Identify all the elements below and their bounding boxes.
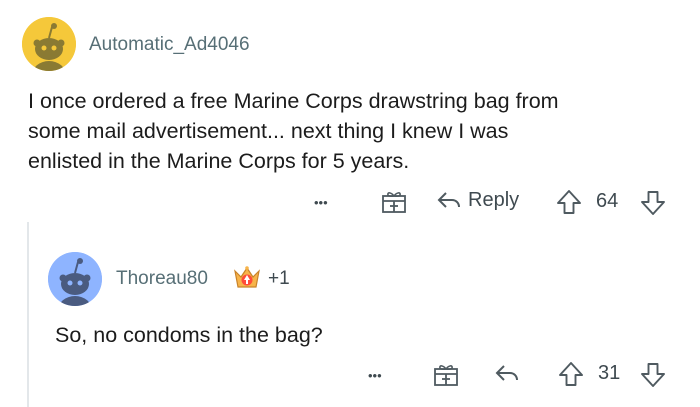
reply-label: Reply bbox=[468, 188, 520, 211]
more-options-button[interactable]: ••• bbox=[314, 190, 328, 214]
downvote-icon bbox=[641, 363, 665, 387]
downvote-icon bbox=[641, 191, 665, 215]
downvote-button[interactable] bbox=[640, 362, 666, 388]
award-count: +1 bbox=[268, 268, 290, 289]
vote-score: 31 bbox=[598, 362, 620, 385]
gift-award-button[interactable] bbox=[381, 190, 407, 214]
reply-author[interactable]: Thoreau80 bbox=[116, 268, 208, 290]
downvote-button[interactable] bbox=[640, 190, 666, 216]
gift-icon bbox=[434, 365, 458, 386]
snoo-avatar-icon bbox=[48, 252, 102, 306]
reply-button[interactable]: Reply bbox=[436, 188, 519, 212]
comment-author[interactable]: Automatic_Ad4046 bbox=[89, 34, 250, 56]
award-badge[interactable]: +1 bbox=[232, 265, 290, 293]
comment-body-line: enlisted in the Marine Corps for 5 years… bbox=[28, 149, 410, 173]
upvote-button[interactable] bbox=[556, 189, 582, 215]
gift-award-button[interactable] bbox=[433, 363, 459, 387]
award-icon bbox=[234, 266, 260, 288]
more-options-button[interactable]: ••• bbox=[368, 363, 382, 387]
comment-body-line: some mail advertisement... next thing I … bbox=[28, 119, 509, 143]
upvote-button[interactable] bbox=[558, 361, 584, 387]
vote-score: 64 bbox=[596, 190, 618, 213]
vote-count: 64 bbox=[596, 190, 619, 212]
snoo-avatar-icon bbox=[22, 17, 76, 71]
user-avatar[interactable] bbox=[22, 17, 76, 71]
reply-button[interactable] bbox=[494, 361, 520, 385]
gift-icon bbox=[382, 192, 406, 213]
comment-body-line: I once ordered a free Marine Corps draws… bbox=[28, 89, 559, 113]
upvote-icon bbox=[557, 190, 581, 214]
more-icon: ••• bbox=[368, 367, 382, 383]
reply-arrow-icon bbox=[495, 365, 518, 381]
upvote-icon bbox=[559, 362, 583, 386]
comment-body: I once ordered a free Marine Corps draws… bbox=[28, 86, 559, 176]
reply-arrow-icon bbox=[437, 192, 460, 208]
vote-count: 31 bbox=[598, 362, 621, 384]
thread-line[interactable] bbox=[27, 222, 29, 407]
more-icon: ••• bbox=[314, 194, 328, 210]
reply-body: So, no condoms in the bag? bbox=[55, 323, 323, 347]
user-avatar[interactable] bbox=[48, 252, 102, 306]
